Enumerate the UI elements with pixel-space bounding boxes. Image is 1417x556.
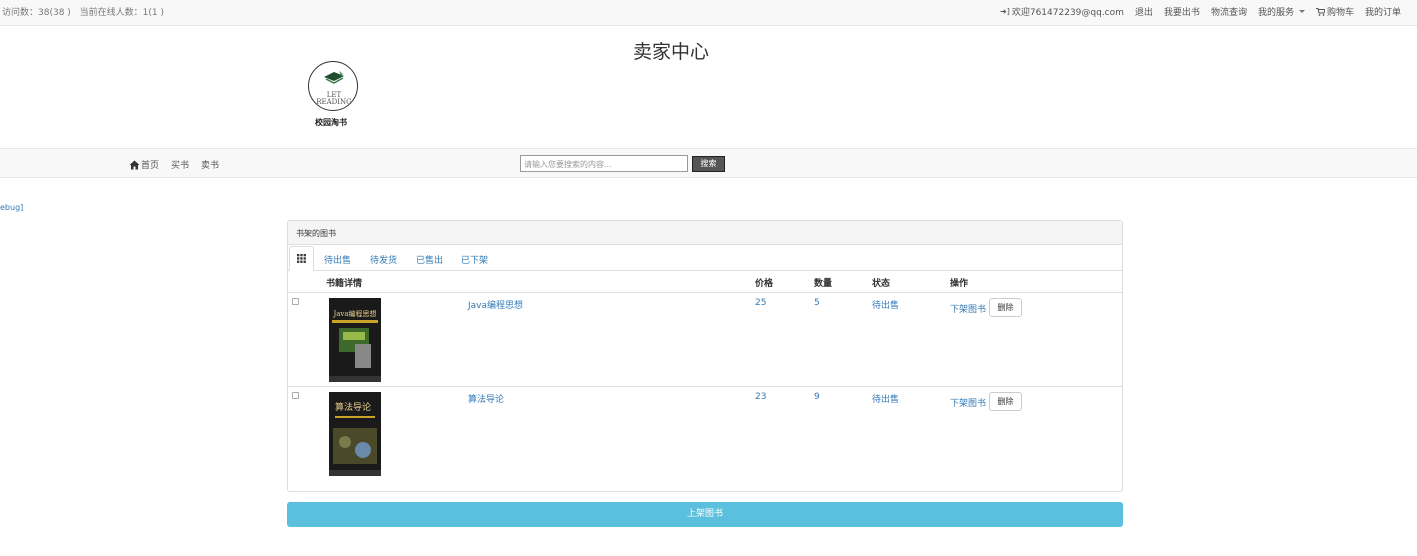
login-icon: ➜] bbox=[1000, 7, 1010, 16]
book-quantity: 9 bbox=[814, 392, 820, 402]
online-count: 当前在线人数：1(1 ) bbox=[79, 8, 165, 18]
col-actions: 操作 bbox=[950, 279, 969, 289]
chevron-down-icon bbox=[1298, 10, 1305, 13]
table-row: 算法导论 算法导论 23 9 待出售 下架图书 删除 bbox=[288, 387, 1122, 481]
home-link[interactable]: 首页 bbox=[129, 158, 159, 171]
logo-caption: 校园淘书 bbox=[315, 117, 347, 127]
list-book-button[interactable]: 上架图书 bbox=[287, 502, 1123, 527]
welcome-text: 欢迎761472239@qq.com bbox=[1011, 8, 1124, 18]
book-price: 23 bbox=[755, 392, 767, 402]
cart-label: 购物车 bbox=[1326, 8, 1354, 18]
book-cover-image[interactable]: Java编程思想 bbox=[329, 298, 381, 382]
my-services-dropdown[interactable]: 我的服务 bbox=[1258, 5, 1305, 18]
my-orders-link[interactable]: 我的订单 bbox=[1365, 5, 1401, 18]
tab-all[interactable] bbox=[289, 246, 314, 271]
book-status: 待出售 bbox=[872, 301, 900, 311]
delete-button[interactable]: 删除 bbox=[989, 298, 1022, 317]
delete-button[interactable]: 删除 bbox=[989, 392, 1022, 411]
cover-title: Java编程思想 bbox=[332, 309, 376, 318]
cart-link[interactable]: 购物车 bbox=[1315, 5, 1354, 18]
search-button[interactable]: 搜索 bbox=[692, 156, 725, 172]
grid-icon bbox=[297, 254, 306, 263]
home-icon bbox=[129, 160, 140, 169]
table-row: Java编程思想 Java编程思想 25 5 待出售 下架图书 删除 bbox=[288, 293, 1122, 387]
debug-link[interactable]: ebug] bbox=[0, 203, 23, 212]
home-label: 首页 bbox=[141, 161, 160, 171]
tab-unlisted[interactable]: 已下架 bbox=[461, 253, 488, 266]
logistics-link[interactable]: 物流查询 bbox=[1211, 5, 1247, 18]
book-quantity: 5 bbox=[814, 298, 820, 308]
book-title-link[interactable]: 算法导论 bbox=[468, 392, 504, 405]
buy-link[interactable]: 买书 bbox=[171, 158, 189, 171]
col-details: 书籍详情 bbox=[326, 279, 363, 289]
col-quantity: 数量 bbox=[814, 279, 833, 289]
main-navbar: 首页 买书 卖书 请输入您要搜索的内容... 搜索 bbox=[0, 148, 1417, 178]
col-price: 价格 bbox=[755, 279, 774, 289]
search-input[interactable]: 请输入您要搜索的内容... bbox=[520, 155, 688, 172]
top-bar: 访问数：38(38 ) 当前在线人数：1(1 ) ➜] 欢迎761472239@… bbox=[0, 0, 1417, 26]
tab-pending-sale[interactable]: 待出售 bbox=[324, 253, 351, 266]
bookshelf-panel: 书架的图书 待出售 待发货 已售出 已下架 书籍详情 价格 数量 状态 操作 J… bbox=[287, 220, 1123, 492]
tab-pending-shipment[interactable]: 待发货 bbox=[370, 253, 397, 266]
status-tabs: 待出售 待发货 已售出 已下架 bbox=[288, 245, 1122, 271]
welcome-link[interactable]: ➜] 欢迎761472239@qq.com bbox=[1000, 5, 1124, 18]
sell-link[interactable]: 卖书 bbox=[201, 158, 219, 171]
logo-text: LET READING bbox=[316, 91, 352, 106]
logo[interactable]: LET READING bbox=[308, 61, 358, 111]
book-cover-image[interactable]: 算法导论 bbox=[329, 392, 381, 476]
logout-link[interactable]: 退出 bbox=[1135, 5, 1153, 18]
book-title-link[interactable]: Java编程思想 bbox=[468, 298, 523, 311]
user-nav: ➜] 欢迎761472239@qq.com 退出 我要出书 物流查询 我的服务 … bbox=[1000, 5, 1401, 18]
unlist-book-link[interactable]: 下架图书 bbox=[950, 302, 986, 315]
row-checkbox[interactable] bbox=[292, 392, 299, 399]
book-price: 25 bbox=[755, 298, 767, 308]
tab-sold[interactable]: 已售出 bbox=[416, 253, 443, 266]
cart-icon bbox=[1315, 7, 1325, 16]
my-services-label: 我的服务 bbox=[1257, 8, 1294, 18]
sell-book-link[interactable]: 我要出书 bbox=[1164, 5, 1200, 18]
main-nav-links: 首页 买书 卖书 bbox=[129, 158, 219, 171]
row-checkbox[interactable] bbox=[292, 298, 299, 305]
panel-title: 书架的图书 bbox=[288, 221, 1122, 245]
book-status: 待出售 bbox=[872, 395, 900, 405]
cover-title: 算法导论 bbox=[335, 401, 371, 413]
table-header: 书籍详情 价格 数量 状态 操作 bbox=[288, 271, 1122, 293]
col-status: 状态 bbox=[872, 279, 891, 289]
site-stats: 访问数：38(38 ) 当前在线人数：1(1 ) bbox=[2, 5, 170, 18]
page-title: 卖家中心 bbox=[633, 41, 710, 63]
unlist-book-link[interactable]: 下架图书 bbox=[950, 396, 986, 409]
visit-count: 访问数：38(38 ) bbox=[2, 8, 71, 18]
book-icon bbox=[324, 71, 344, 84]
